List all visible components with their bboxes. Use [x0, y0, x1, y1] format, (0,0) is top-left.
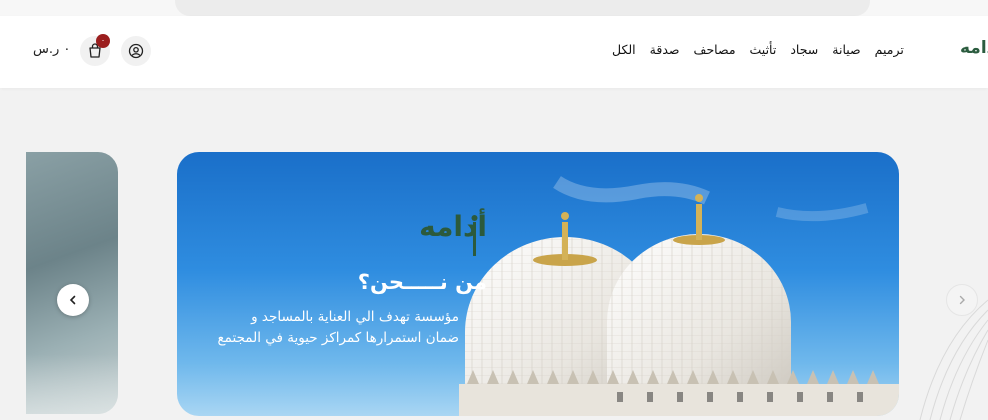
carousel-prev-button[interactable] [57, 284, 89, 316]
nav-item-charity[interactable]: صدقة [650, 42, 680, 60]
mosque-illustration [459, 176, 899, 416]
top-strip [0, 0, 988, 16]
carousel-next-button[interactable] [946, 284, 978, 316]
site-header: ٠ ر.س ٠ الكل صدقة مصاحف تأثيث سجاد صيانة… [0, 16, 988, 88]
account-button[interactable] [121, 36, 151, 66]
hero-headline: من نـــــحن؟ [357, 270, 487, 294]
hero-description: مؤسسة تهدف الي العناية بالمساجد و ضمان ا… [217, 309, 460, 346]
chevron-right-icon [959, 295, 965, 305]
search-bar[interactable] [175, 0, 870, 16]
chevron-left-icon [69, 295, 76, 305]
user-icon [128, 43, 144, 59]
nav-item-all[interactable]: الكل [612, 42, 636, 60]
cart-count-badge: ٠ [96, 34, 110, 48]
site-logo[interactable]: أدامه [960, 38, 988, 58]
hero-brand: أدامه [419, 210, 487, 243]
main-nav: الكل صدقة مصاحف تأثيث سجاد صيانة ترميم [612, 42, 904, 60]
nav-item-carpets[interactable]: سجاد [790, 42, 818, 60]
nav-item-restoration[interactable]: ترميم [875, 42, 904, 60]
nav-item-furnishing[interactable]: تأثيث [750, 42, 777, 60]
hero-slide: أدامه من نـــــحن؟ مؤسسة تهدف الي العناي… [177, 152, 899, 416]
nav-item-quran[interactable]: مصاحف [694, 42, 736, 60]
nav-item-maintenance[interactable]: صيانة [832, 42, 860, 60]
previous-slide-preview [26, 152, 118, 414]
cart-total: ٠ ر.س [33, 42, 71, 57]
